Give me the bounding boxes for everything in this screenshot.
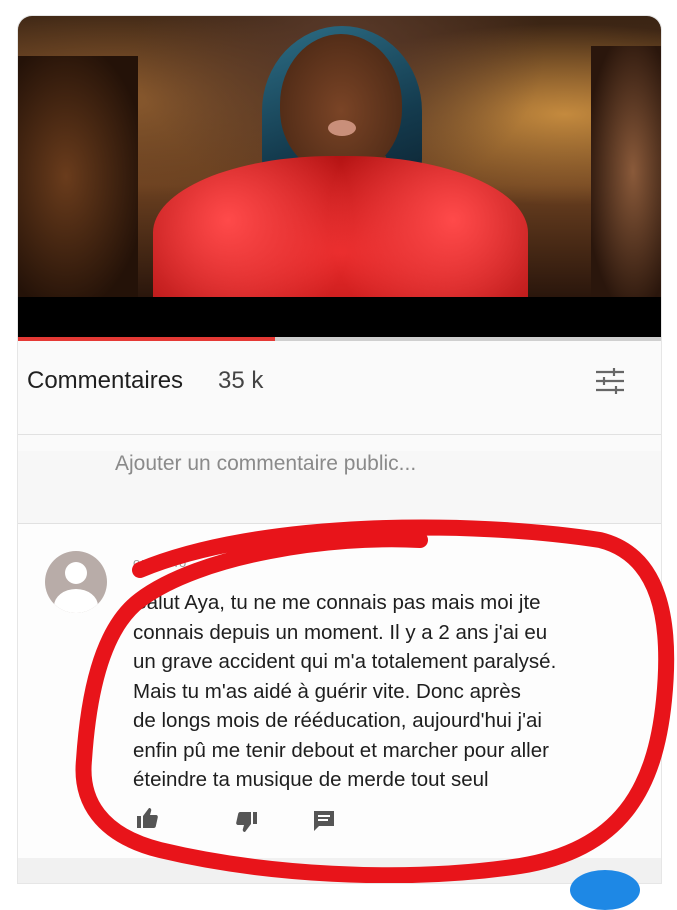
video-singer-lips	[328, 120, 356, 136]
video-figure-right	[591, 46, 661, 297]
avatar-body-shape	[54, 589, 98, 613]
fab-button[interactable]	[570, 870, 640, 910]
header-divider	[18, 434, 661, 435]
video-figure-left	[18, 56, 138, 297]
thumbs-up-icon[interactable]	[135, 806, 159, 830]
video-singer-red-fur	[153, 156, 528, 316]
reply-icon[interactable]	[312, 809, 336, 833]
sort-filter-icon[interactable]	[594, 366, 626, 396]
add-comment-input[interactable]: Ajouter un commentaire public...	[115, 452, 416, 476]
comments-title: Commentaires	[27, 367, 184, 394]
bottom-bar	[18, 858, 661, 883]
avatar[interactable]	[45, 551, 107, 613]
comment-text: Salut Aya, tu ne me connais pas mais moi…	[133, 591, 557, 791]
avatar-head-shape	[65, 562, 87, 584]
video-letterbox	[18, 297, 661, 337]
comments-count: 35 k	[218, 367, 264, 394]
video-player[interactable]	[18, 16, 661, 316]
thumbs-down-icon[interactable]	[235, 810, 259, 834]
video-singer-face	[280, 34, 402, 174]
comment-author[interactable]: oze fofo	[133, 555, 187, 570]
